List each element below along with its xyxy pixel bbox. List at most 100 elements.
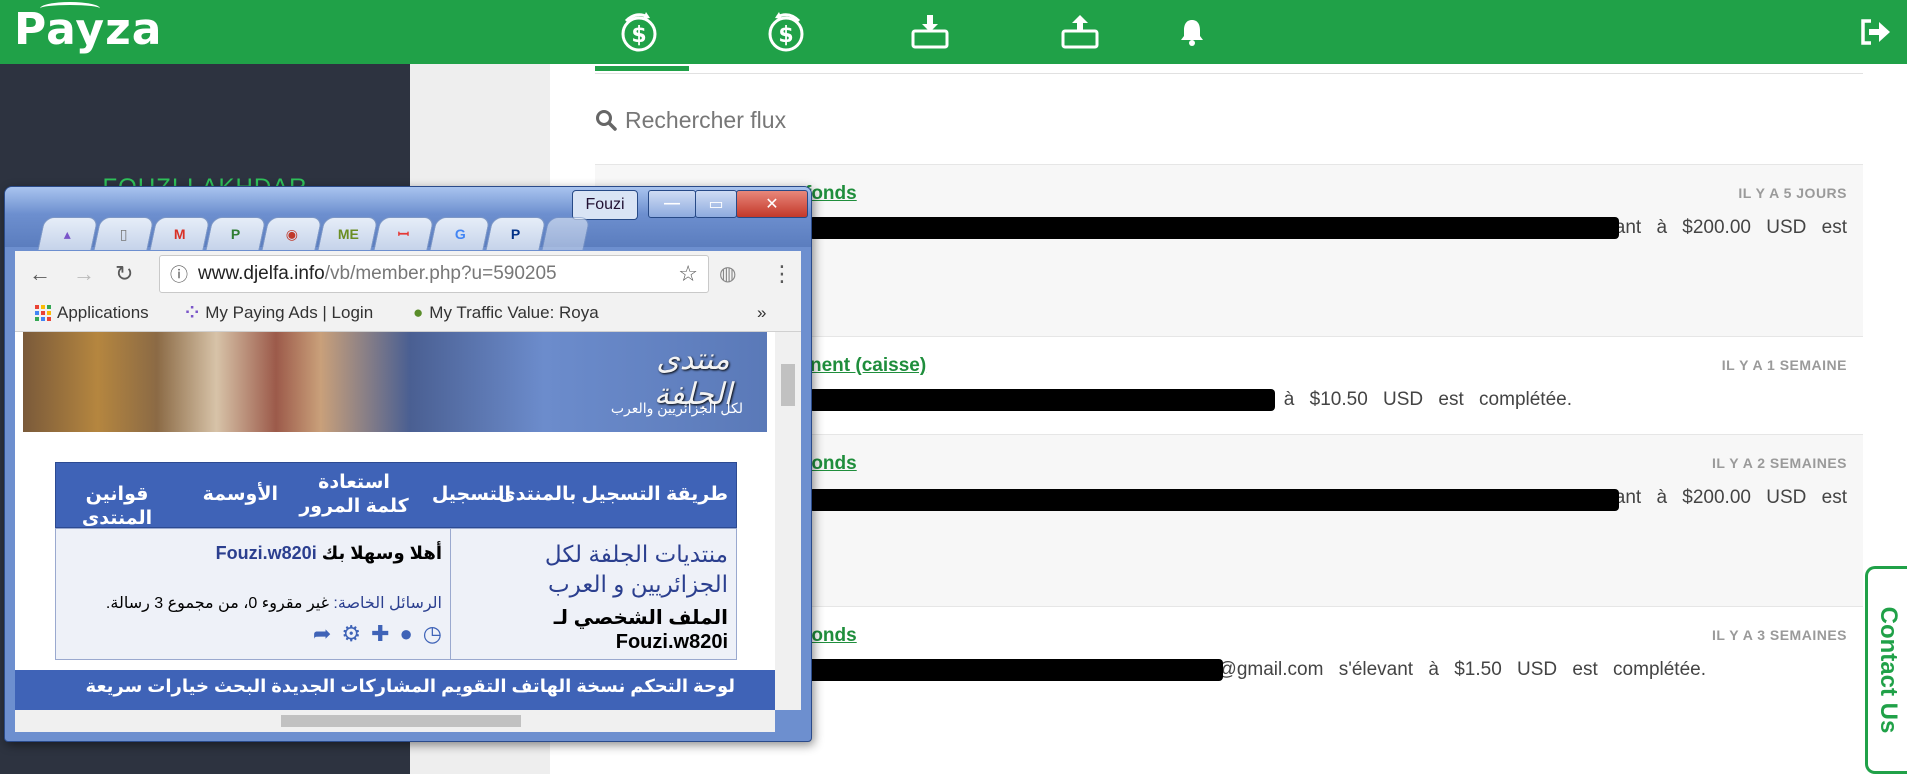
address-bar[interactable]: ⓘ www.djelfa.info /vb/member.php?u=59020…	[159, 255, 709, 293]
add-user-icon[interactable]: ✚	[371, 621, 389, 647]
forward-arrow-icon[interactable]: →	[73, 261, 95, 287]
bookmark-label: Applications	[57, 303, 149, 322]
browser-tab[interactable]: ▴	[37, 217, 99, 250]
browser-tab[interactable]: ▯	[93, 217, 155, 250]
forum-nav: طريقة التسجيل بالمنتدى التسجيل استعادة ك…	[55, 462, 737, 531]
feed-item-title[interactable]: fonds	[805, 625, 857, 647]
browser-tab[interactable]: P	[205, 217, 267, 250]
top-bar: Payza $ $	[0, 0, 1907, 64]
scroll-thumb[interactable]	[281, 715, 521, 727]
star-icon[interactable]: ☆	[678, 261, 698, 287]
browser-tab[interactable]: G	[429, 217, 491, 250]
tab-icon: M	[174, 226, 186, 242]
welcome-line: أهلا وسهلا بك Fouzi.w820i	[216, 543, 442, 564]
bookmark-apps[interactable]: Applications	[35, 303, 149, 323]
maximize-button[interactable]: ▭	[695, 190, 737, 218]
feed-item-time: IL Y A 2 SEMAINES	[1711, 455, 1847, 471]
gear-icon[interactable]: ⚙	[341, 621, 361, 647]
payza-logo[interactable]: Payza	[14, 4, 162, 55]
tab-icon: ꟷ	[398, 225, 410, 242]
bookmark-label: My Paying Ads | Login	[205, 303, 374, 322]
contact-us-label: Contact Us	[1874, 606, 1902, 734]
forum-title[interactable]: منتديات الجلفة لكل الجزائريين و العرب	[458, 539, 728, 599]
bookmark-traffic-value[interactable]: ● My Traffic Value: Roya	[413, 303, 633, 323]
search-icon	[596, 110, 617, 131]
horizontal-scrollbar[interactable]	[15, 710, 775, 732]
bell-icon[interactable]	[1168, 8, 1216, 56]
forum-info-box: منتديات الجلفة لكل الجزائريين و العرب ال…	[55, 528, 737, 660]
tab-icon: ME	[337, 226, 359, 242]
chat-icon[interactable]: ●	[400, 621, 413, 647]
browser-tab[interactable]: ꟷ	[373, 217, 435, 250]
welcome-prefix: أهلا وسهلا بك	[321, 543, 442, 563]
forum-nav-item[interactable]: قوانين المنتدى	[56, 483, 178, 531]
profile-label: الملف الشخصي لـ	[553, 607, 728, 629]
pm-text: غير مقروء 0، من مجموع 3 رسالة.	[105, 595, 329, 612]
logout-icon[interactable]: ➦	[313, 621, 331, 647]
new-tab-button[interactable]	[541, 217, 591, 250]
close-button[interactable]: ✕	[736, 190, 808, 218]
feed-item-title[interactable]: nent (caisse)	[810, 355, 926, 377]
bookmarks-bar: Applications ⁘ My Paying Ads | Login ● M…	[15, 295, 801, 332]
redaction-bar	[809, 217, 1619, 239]
forum-nav-item[interactable]: الأوسمة	[203, 483, 278, 507]
svg-text:$: $	[631, 23, 646, 48]
bottom-nav-text[interactable]: لوحة التحكم نسخة الهاتف التقويم المشاركا…	[86, 676, 735, 697]
bookmarks-overflow[interactable]: »	[757, 303, 766, 323]
reload-icon[interactable]: ↻	[115, 261, 133, 287]
request-money-icon[interactable]: $	[762, 8, 810, 56]
profile-username: Fouzi.w820i	[615, 631, 728, 653]
welcome-panel: أهلا وسهلا بك Fouzi.w820i الرسائل الخاصة…	[56, 529, 451, 659]
forum-bottom-nav[interactable]: لوحة التحكم نسخة الهاتف التقويم المشاركا…	[15, 670, 775, 710]
profile-button[interactable]: Fouzi	[572, 190, 638, 220]
bookmark-paying-ads[interactable]: ⁘ My Paying Ads | Login	[185, 303, 409, 323]
redaction-bar	[809, 489, 1619, 511]
clock-icon[interactable]: ◷	[423, 621, 442, 647]
feed-item-text: @gmail.com s'élevant à $1.50 USD est com…	[1217, 659, 1706, 680]
forum-nav-item[interactable]: طريقة التسجيل بالمنتدى	[498, 483, 728, 507]
tab-icon: P	[511, 226, 521, 242]
url-host: www.djelfa.info	[198, 263, 325, 284]
info-icon[interactable]: ⓘ	[170, 261, 188, 287]
contact-us-tab[interactable]: Contact Us	[1865, 566, 1907, 774]
forum-nav-item[interactable]: استعادة كلمة المرور	[294, 471, 414, 519]
vertical-scrollbar[interactable]	[775, 332, 801, 710]
redaction-bar	[809, 389, 1275, 411]
forum-banner: منتدى الجلفة لكل الجزائريين والعرب	[23, 332, 767, 432]
forum-nav-item[interactable]: التسجيل	[432, 483, 511, 507]
pm-line: الرسائل الخاصة: غير مقروء 0، من مجموع 3 …	[106, 593, 442, 613]
extension-icon[interactable]: ◍	[719, 261, 736, 286]
feed-search[interactable]: Rechercher flux	[595, 100, 786, 140]
withdraw-icon[interactable]	[1056, 8, 1104, 56]
scroll-thumb[interactable]	[781, 364, 795, 406]
feed-item-time: IL Y A 1 SEMAINE	[1721, 357, 1847, 373]
menu-dots-icon[interactable]: ⋮	[771, 261, 793, 287]
browser-tab-active[interactable]: P	[485, 217, 547, 250]
back-arrow-icon[interactable]: ←	[29, 261, 51, 287]
globe-icon: ●	[413, 303, 424, 322]
user-action-icons: ◷ ● ✚ ⚙ ➦	[313, 621, 442, 647]
feed-item-title[interactable]: fonds	[805, 183, 857, 205]
browser-tab[interactable]: M	[149, 217, 211, 250]
logout-icon[interactable]	[1852, 8, 1900, 56]
browser-window[interactable]: Fouzi — ▭ ✕ ▴ ▯ M P ◉ ME ꟷ G P ← → ↻ ⓘ w…	[4, 186, 812, 742]
feed-item-time: IL Y A 3 SEMAINES	[1711, 627, 1847, 643]
deposit-icon[interactable]	[906, 8, 954, 56]
browser-tab[interactable]: ◉	[261, 217, 323, 250]
minimize-button[interactable]: —	[648, 190, 696, 218]
svg-text:$: $	[778, 23, 793, 48]
page-content: منتدى الجلفة لكل الجزائريين والعرب طريقة…	[15, 332, 775, 710]
send-money-icon[interactable]: $	[615, 8, 663, 56]
tab-icon: P	[231, 226, 241, 242]
feed-item-title[interactable]: fonds	[805, 453, 857, 475]
pm-label[interactable]: الرسائل الخاصة:	[333, 595, 442, 612]
tab-icon: ◉	[285, 225, 299, 242]
redaction-bar	[795, 659, 1223, 681]
welcome-username[interactable]: Fouzi.w820i	[216, 543, 317, 563]
tab-icon: G	[454, 226, 466, 242]
search-placeholder: Rechercher flux	[625, 106, 787, 133]
browser-tab[interactable]: ME	[317, 217, 379, 250]
paying-ads-icon: ⁘	[185, 303, 200, 322]
active-tab-indicator	[595, 66, 689, 71]
url-path: /vb/member.php?u=590205	[324, 263, 557, 284]
